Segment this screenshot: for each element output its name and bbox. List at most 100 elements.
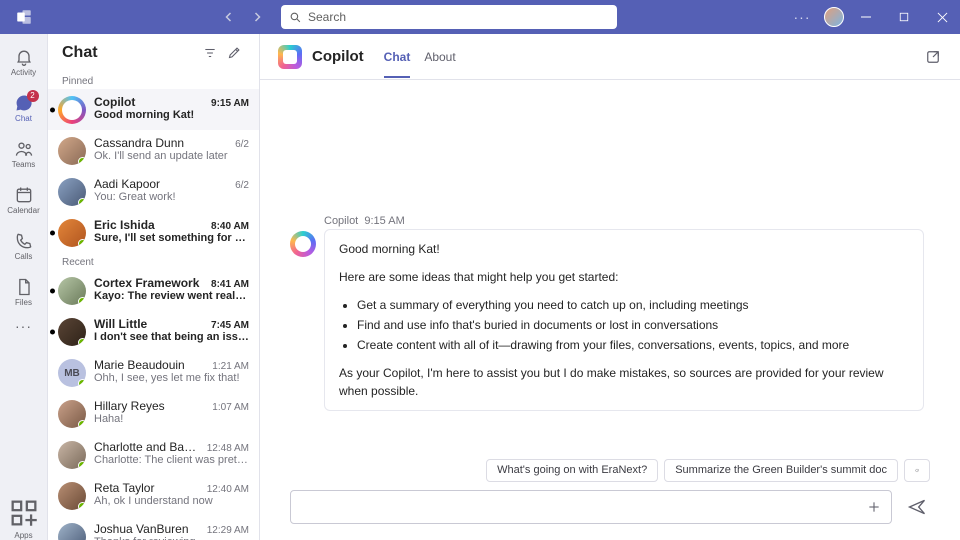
chat-preview: Ah, ok I understand now xyxy=(94,495,249,507)
rail-item-apps[interactable]: Apps xyxy=(0,496,48,540)
chat-preview: I don't see that being an issue, Can you… xyxy=(94,331,249,343)
message-footer: As your Copilot, I'm here to assist you … xyxy=(339,364,909,400)
window-titlebar: Search ··· xyxy=(0,0,960,34)
rail-item-chat[interactable]: 2 Chat xyxy=(0,86,48,130)
chat-name: Joshua VanBuren xyxy=(94,522,201,536)
chat-list-item[interactable]: Will Little 7:45 AMI don't see that being… xyxy=(48,311,259,352)
calendar-icon xyxy=(14,185,34,205)
new-chat-button[interactable] xyxy=(223,42,245,64)
chat-time: 7:45 AM xyxy=(211,320,249,331)
message-bullet: Find and use info that's buried in docum… xyxy=(357,316,909,334)
presence-indicator-icon xyxy=(78,420,86,428)
chat-list-item[interactable]: Charlotte and Babak12:48 AMCharlotte: Th… xyxy=(48,434,259,475)
chat-name: Marie Beaudouin xyxy=(94,358,206,372)
presence-indicator-icon xyxy=(78,461,86,469)
chat-time: 12:48 AM xyxy=(207,443,249,454)
compose-input[interactable] xyxy=(290,490,892,524)
rail-label: Calls xyxy=(15,252,33,261)
send-icon xyxy=(907,497,927,517)
compose-attach-button[interactable] xyxy=(863,496,885,518)
message-lead: Here are some ideas that might help you … xyxy=(339,268,909,286)
bell-icon xyxy=(14,47,34,67)
chat-preview: Haha! xyxy=(94,413,249,425)
chat-avatar xyxy=(58,277,86,305)
chat-list-item[interactable]: Joshua VanBuren12:29 AMThanks for review… xyxy=(48,516,259,540)
chat-avatar xyxy=(58,137,86,165)
suggestion-chip[interactable]: What's going on with EraNext? xyxy=(486,459,658,482)
rail-item-calendar[interactable]: Calendar xyxy=(0,178,48,222)
chat-time: 12:40 AM xyxy=(207,484,249,495)
chat-time: 8:41 AM xyxy=(211,279,249,290)
window-close-button[interactable] xyxy=(926,0,958,34)
copilot-logo-icon xyxy=(278,45,302,69)
chat-list-item[interactable]: Hillary Reyes1:07 AMHaha! xyxy=(48,393,259,434)
chat-time: 1:07 AM xyxy=(212,402,249,413)
more-options-button[interactable]: ··· xyxy=(786,0,818,34)
nav-forward-button[interactable] xyxy=(245,5,269,29)
suggestion-chip[interactable]: Summarize the Green Builder's summit doc xyxy=(664,459,898,482)
chat-name: Copilot xyxy=(94,95,205,109)
presence-indicator-icon xyxy=(78,239,86,247)
rail-item-calls[interactable]: Calls xyxy=(0,224,48,268)
chat-name: Cortex Framework xyxy=(94,276,205,290)
chat-avatar xyxy=(58,482,86,510)
rail-item-files[interactable]: Files xyxy=(0,270,48,314)
tab-about[interactable]: About xyxy=(424,36,455,78)
unread-dot-icon xyxy=(50,288,55,293)
current-user-avatar[interactable] xyxy=(824,7,844,27)
rail-item-teams[interactable]: Teams xyxy=(0,132,48,176)
rail-label: Apps xyxy=(14,531,32,540)
chat-name: Charlotte and Babak xyxy=(94,440,201,454)
send-button[interactable] xyxy=(904,494,930,520)
search-icon xyxy=(289,11,302,24)
conversation-panel: Copilot ChatAbout Copilot 9:15 AM Good m… xyxy=(260,34,960,540)
chat-avatar: MB xyxy=(58,359,86,387)
presence-indicator-icon xyxy=(78,157,86,165)
teams-icon xyxy=(14,139,34,159)
rail-more-button[interactable]: ··· xyxy=(15,318,32,334)
chat-preview: Good morning Kat! xyxy=(94,109,249,121)
chat-avatar xyxy=(58,441,86,469)
chat-preview: Sure, I'll set something for next week t… xyxy=(94,232,249,244)
chat-time: 6/2 xyxy=(235,139,249,150)
chat-list-item[interactable]: Eric Ishida8:40 AMSure, I'll set somethi… xyxy=(48,212,259,253)
chat-list-item[interactable]: Aadi Kapoor6/2You: Great work! xyxy=(48,171,259,212)
chat-preview: Thanks for reviewing xyxy=(94,536,249,540)
rail-label: Activity xyxy=(11,68,36,77)
nav-back-button[interactable] xyxy=(217,5,241,29)
plus-icon xyxy=(866,499,882,515)
chat-time: 8:40 AM xyxy=(211,221,249,232)
chat-name: Aadi Kapoor xyxy=(94,177,229,191)
unread-dot-icon xyxy=(50,230,55,235)
presence-indicator-icon xyxy=(78,338,86,346)
refresh-suggestions-button[interactable] xyxy=(904,459,930,482)
tab-chat[interactable]: Chat xyxy=(384,36,411,78)
popout-icon xyxy=(924,48,942,66)
copilot-avatar-icon xyxy=(290,231,316,257)
chat-time: 9:15 AM xyxy=(211,98,249,109)
chat-avatar xyxy=(58,523,86,540)
global-search-input[interactable]: Search xyxy=(281,5,617,29)
window-minimize-button[interactable] xyxy=(850,0,882,34)
chat-list-item[interactable]: Reta Taylor12:40 AMAh, ok I understand n… xyxy=(48,475,259,516)
app-rail: Activity 2 Chat Teams Calendar Calls Fil… xyxy=(0,34,48,540)
chat-list-item[interactable]: Cassandra Dunn6/2Ok. I'll send an update… xyxy=(48,130,259,171)
chat-list-item[interactable]: Cortex Framework 8:41 AMKayo: The review … xyxy=(48,270,259,311)
filter-button[interactable] xyxy=(199,42,221,64)
message-sender: Copilot xyxy=(324,215,358,227)
rail-item-activity[interactable]: Activity xyxy=(0,40,48,84)
chat-avatar xyxy=(58,178,86,206)
compose-text-field[interactable] xyxy=(297,499,863,515)
unread-dot-icon xyxy=(50,107,55,112)
chat-list-panel: Chat Pinned Copilot9:15 AMGood morning K… xyxy=(48,34,260,540)
file-icon xyxy=(14,277,34,297)
message-bubble: Good morning Kat! Here are some ideas th… xyxy=(324,229,924,411)
window-maximize-button[interactable] xyxy=(888,0,920,34)
chat-preview: Kayo: The review went really well! Can't… xyxy=(94,290,249,302)
chat-name: Cassandra Dunn xyxy=(94,136,229,150)
chat-list-item[interactable]: Copilot 9:15 AMGood morning Kat! xyxy=(48,89,259,130)
popout-button[interactable] xyxy=(924,48,942,66)
apps-icon xyxy=(7,496,41,530)
chat-name: Will Little xyxy=(94,317,205,331)
chat-list-item[interactable]: MBMarie Beaudouin1:21 AMOhh, I see, yes … xyxy=(48,352,259,393)
